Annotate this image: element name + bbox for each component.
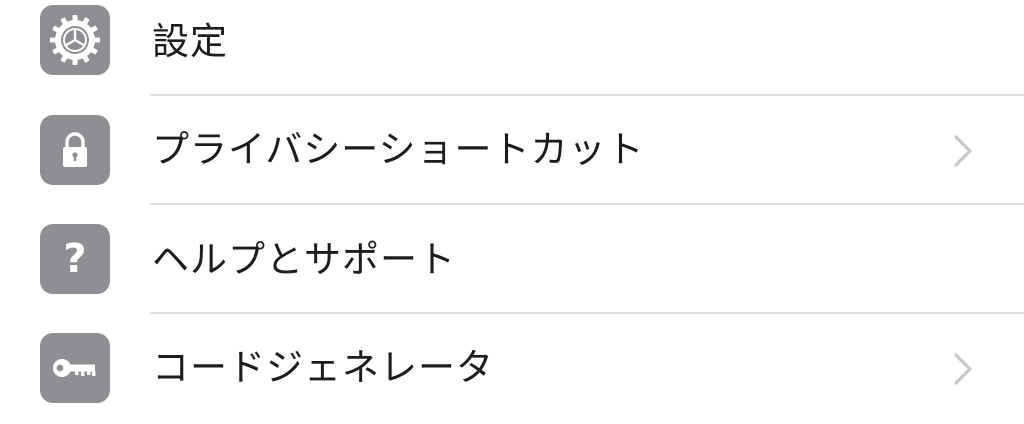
menu-item-label: プライバシーショートカット: [152, 128, 645, 171]
question-mark-glyph: ?: [63, 236, 87, 282]
settings-menu-list: 設定 プライバシーショートカット ? ヘルプとサポート コードジェネレータ: [0, 0, 1024, 413]
key-icon: [40, 333, 110, 403]
menu-item-code-generator[interactable]: コードジェネレータ: [0, 314, 1024, 424]
menu-item-help-and-support[interactable]: ? ヘルプとサポート: [0, 205, 1024, 315]
menu-item-privacy-shortcuts[interactable]: プライバシーショートカット: [0, 96, 1024, 206]
lock-icon: [40, 115, 110, 185]
menu-item-label: コードジェネレータ: [152, 346, 494, 389]
gear-icon: [40, 5, 110, 75]
menu-item-label: 設定: [152, 20, 228, 63]
question-mark-icon: ?: [40, 224, 110, 294]
chevron-right-icon: [954, 135, 972, 167]
menu-item-label: ヘルプとサポート: [152, 238, 456, 281]
chevron-right-icon: [954, 353, 972, 385]
